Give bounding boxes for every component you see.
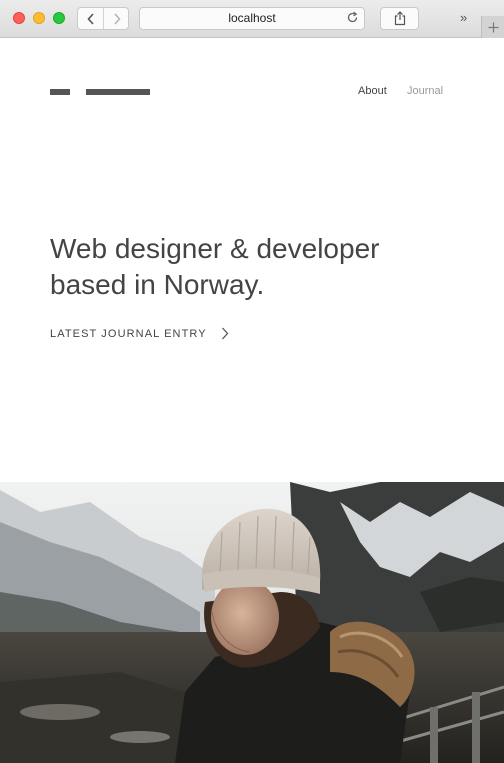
address-bar[interactable]: localhost [139, 7, 365, 30]
back-button[interactable] [78, 8, 103, 29]
minimize-window-button[interactable] [33, 12, 45, 24]
double-chevron-icon[interactable]: » [460, 10, 467, 25]
zoom-window-button[interactable] [53, 12, 65, 24]
browser-toolbar: localhost » [0, 0, 504, 38]
latest-journal-entry-link[interactable]: LATEST JOURNAL ENTRY [50, 327, 229, 340]
new-tab-button[interactable] [481, 16, 504, 38]
address-url: localhost [228, 11, 276, 25]
chevron-right-icon [113, 12, 121, 25]
close-window-button[interactable] [13, 12, 25, 24]
cta-label: LATEST JOURNAL ENTRY [50, 327, 207, 340]
nav-link-journal[interactable]: Journal [407, 85, 443, 97]
history-buttons [77, 7, 129, 30]
hero-line-1: Web designer & developer [50, 233, 380, 264]
reload-button[interactable] [346, 11, 359, 29]
chevron-left-icon [86, 12, 94, 25]
hero-photo-illustration [0, 482, 504, 763]
hero-heading: Web designer & developer based in Norway… [50, 231, 450, 303]
share-button[interactable] [380, 7, 419, 30]
reload-icon [347, 11, 358, 23]
hero-photo [0, 482, 504, 763]
plus-icon [488, 22, 498, 32]
hero-line-2: based in Norway. [50, 269, 265, 300]
share-icon [394, 11, 405, 26]
nav-link-about[interactable]: About [358, 85, 387, 97]
logo-wordmark[interactable] [86, 89, 150, 95]
chevron-right-icon [221, 327, 229, 340]
forward-button[interactable] [104, 8, 129, 29]
logo-mark[interactable] [50, 89, 70, 95]
